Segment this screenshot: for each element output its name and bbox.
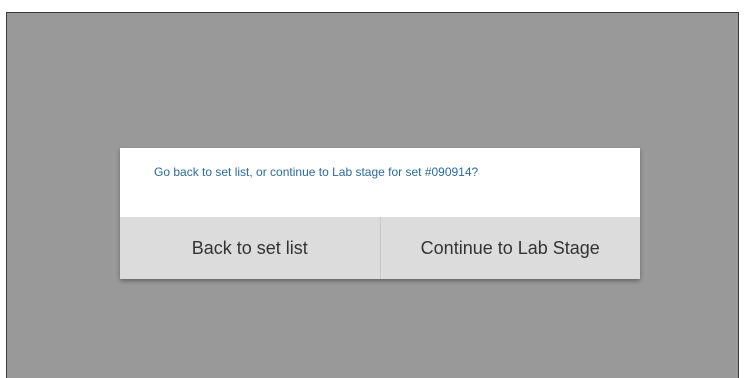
dialog-button-bar: Back to set list Continue to Lab Stage: [120, 217, 640, 279]
dialog-message: Go back to set list, or continue to Lab …: [154, 165, 479, 179]
continue-to-lab-stage-button[interactable]: Continue to Lab Stage: [379, 217, 641, 279]
device-screen: Go back to set list, or continue to Lab …: [6, 12, 739, 378]
back-to-set-list-button[interactable]: Back to set list: [120, 217, 380, 279]
confirmation-dialog: Go back to set list, or continue to Lab …: [120, 148, 640, 279]
